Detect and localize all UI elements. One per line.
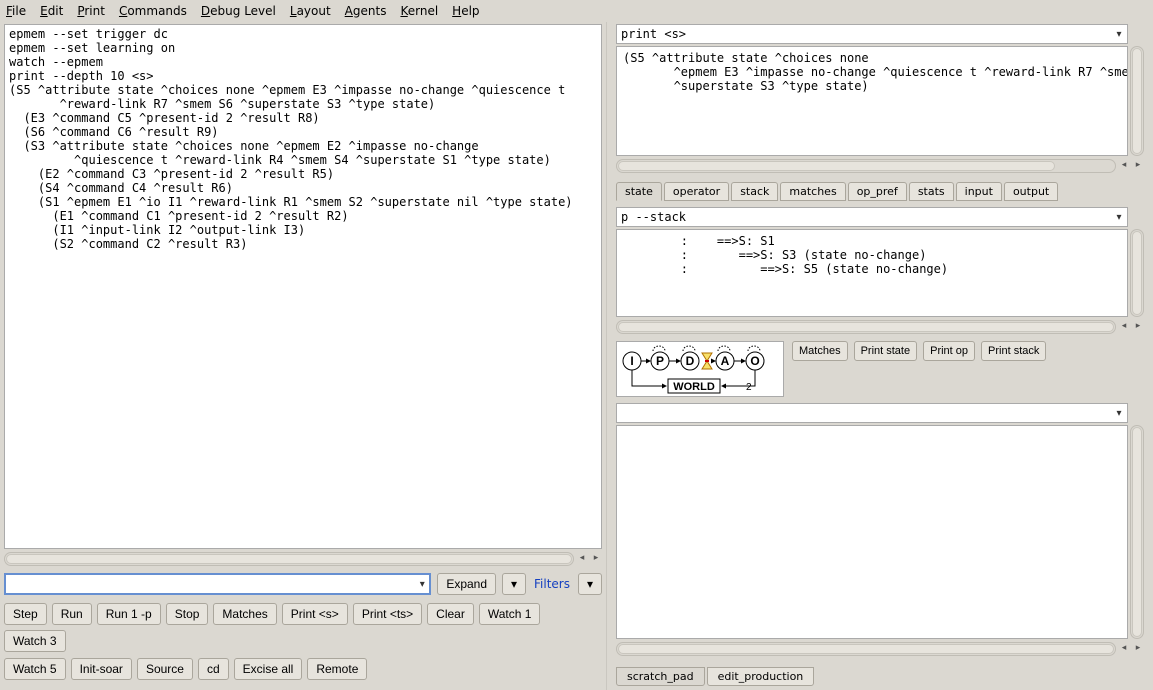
source-button[interactable]: Source xyxy=(137,658,193,680)
scroll-right-icon[interactable]: ▸ xyxy=(590,553,602,565)
svg-text:WORLD: WORLD xyxy=(673,381,715,393)
menu-kernel[interactable]: Kernel xyxy=(400,4,438,18)
svg-text:A: A xyxy=(721,354,730,368)
scroll-left-icon[interactable]: ◂ xyxy=(576,553,588,565)
panel3-h-scrollbar[interactable] xyxy=(616,642,1116,656)
initsoar-button[interactable]: Init-soar xyxy=(71,658,132,680)
filters-dropdown[interactable]: ▾ xyxy=(578,573,602,595)
scroll-left-icon[interactable]: ◂ xyxy=(1118,643,1130,655)
excise-all-button[interactable]: Excise all xyxy=(234,658,303,680)
panel2-output: : ==>S: S1 : ==>S: S3 (state no-change) … xyxy=(616,229,1128,317)
run1p-button[interactable]: Run 1 -p xyxy=(97,603,161,625)
clear-button[interactable]: Clear xyxy=(427,603,474,625)
filters-label[interactable]: Filters xyxy=(532,577,572,591)
menu-layout[interactable]: Layout xyxy=(290,4,331,18)
tab-scratch-pad[interactable]: scratch_pad xyxy=(616,667,705,686)
tab-edit-production[interactable]: edit_production xyxy=(707,667,815,686)
svg-text:D: D xyxy=(686,354,695,368)
watch5-button[interactable]: Watch 5 xyxy=(4,658,66,680)
panel1-output: (S5 ^attribute state ^choices none ^epme… xyxy=(616,46,1128,156)
scroll-right-icon[interactable]: ▸ xyxy=(1132,321,1144,333)
tab-stack[interactable]: stack xyxy=(731,182,778,201)
scroll-right-icon[interactable]: ▸ xyxy=(1132,643,1144,655)
tab-op-pref[interactable]: op_pref xyxy=(848,182,907,201)
print-stack-button[interactable]: Print stack xyxy=(981,341,1046,361)
panel1-h-scrollbar[interactable] xyxy=(616,159,1116,173)
step-button[interactable]: Step xyxy=(4,603,47,625)
menu-file[interactable]: File xyxy=(6,4,26,18)
chevron-down-icon[interactable]: ▾ xyxy=(415,576,429,592)
tab-output[interactable]: output xyxy=(1004,182,1058,201)
svg-text:I: I xyxy=(630,354,633,368)
menu-help[interactable]: Help xyxy=(452,4,479,18)
panel2-v-scrollbar[interactable] xyxy=(1130,229,1144,317)
panel1-v-scrollbar[interactable] xyxy=(1130,46,1144,156)
chevron-down-icon[interactable]: ▾ xyxy=(1112,26,1126,42)
decision-cycle-diagram: I P D A O xyxy=(616,341,784,397)
chevron-down-icon[interactable]: ▾ xyxy=(1112,405,1126,421)
menu-print[interactable]: Print xyxy=(77,4,105,18)
scroll-left-icon[interactable]: ◂ xyxy=(1118,321,1130,333)
cycle-matches-button[interactable]: Matches xyxy=(792,341,848,361)
panel1-tabs: state operator stack matches op_pref sta… xyxy=(616,182,1144,201)
panel2-h-scrollbar[interactable] xyxy=(616,320,1116,334)
menu-agents[interactable]: Agents xyxy=(345,4,387,18)
panel1-command-input[interactable] xyxy=(616,24,1128,44)
menubar: File Edit Print Commands Debug Level Lay… xyxy=(0,0,1153,22)
command-input-combo[interactable]: ▾ xyxy=(4,573,431,595)
tab-operator[interactable]: operator xyxy=(664,182,729,201)
tab-matches[interactable]: matches xyxy=(780,182,845,201)
cd-button[interactable]: cd xyxy=(198,658,229,680)
print-op-button[interactable]: Print op xyxy=(923,341,975,361)
stop-button[interactable]: Stop xyxy=(166,603,209,625)
chevron-down-icon[interactable]: ▾ xyxy=(1112,209,1126,225)
matches-button[interactable]: Matches xyxy=(213,603,276,625)
svg-text:P: P xyxy=(656,354,664,368)
print-state-button[interactable]: Print state xyxy=(854,341,918,361)
expand-button[interactable]: Expand xyxy=(437,573,496,595)
remote-button[interactable]: Remote xyxy=(307,658,367,680)
console-output: epmem --set trigger dc epmem --set learn… xyxy=(4,24,602,549)
panel3-v-scrollbar[interactable] xyxy=(1130,425,1144,639)
watch1-button[interactable]: Watch 1 xyxy=(479,603,541,625)
svg-text:O: O xyxy=(750,354,759,368)
command-input[interactable] xyxy=(4,573,431,595)
menu-commands[interactable]: Commands xyxy=(119,4,187,18)
scroll-right-icon[interactable]: ▸ xyxy=(1132,160,1144,172)
scroll-left-icon[interactable]: ◂ xyxy=(1118,160,1130,172)
run-button[interactable]: Run xyxy=(52,603,92,625)
printts-button[interactable]: Print <ts> xyxy=(353,603,422,625)
panel2-command-input[interactable] xyxy=(616,207,1128,227)
menu-edit[interactable]: Edit xyxy=(40,4,63,18)
tab-state[interactable]: state xyxy=(616,182,662,201)
watch3-button[interactable]: Watch 3 xyxy=(4,630,66,652)
console-h-scrollbar[interactable] xyxy=(4,552,574,566)
menu-debug-level[interactable]: Debug Level xyxy=(201,4,276,18)
panel3-command-input[interactable] xyxy=(616,403,1128,423)
expand-dropdown[interactable]: ▾ xyxy=(502,573,526,595)
svg-text:2: 2 xyxy=(746,382,752,393)
tab-stats[interactable]: stats xyxy=(909,182,954,201)
prints-button[interactable]: Print <s> xyxy=(282,603,348,625)
tab-input[interactable]: input xyxy=(956,182,1002,201)
panel3-output xyxy=(616,425,1128,639)
